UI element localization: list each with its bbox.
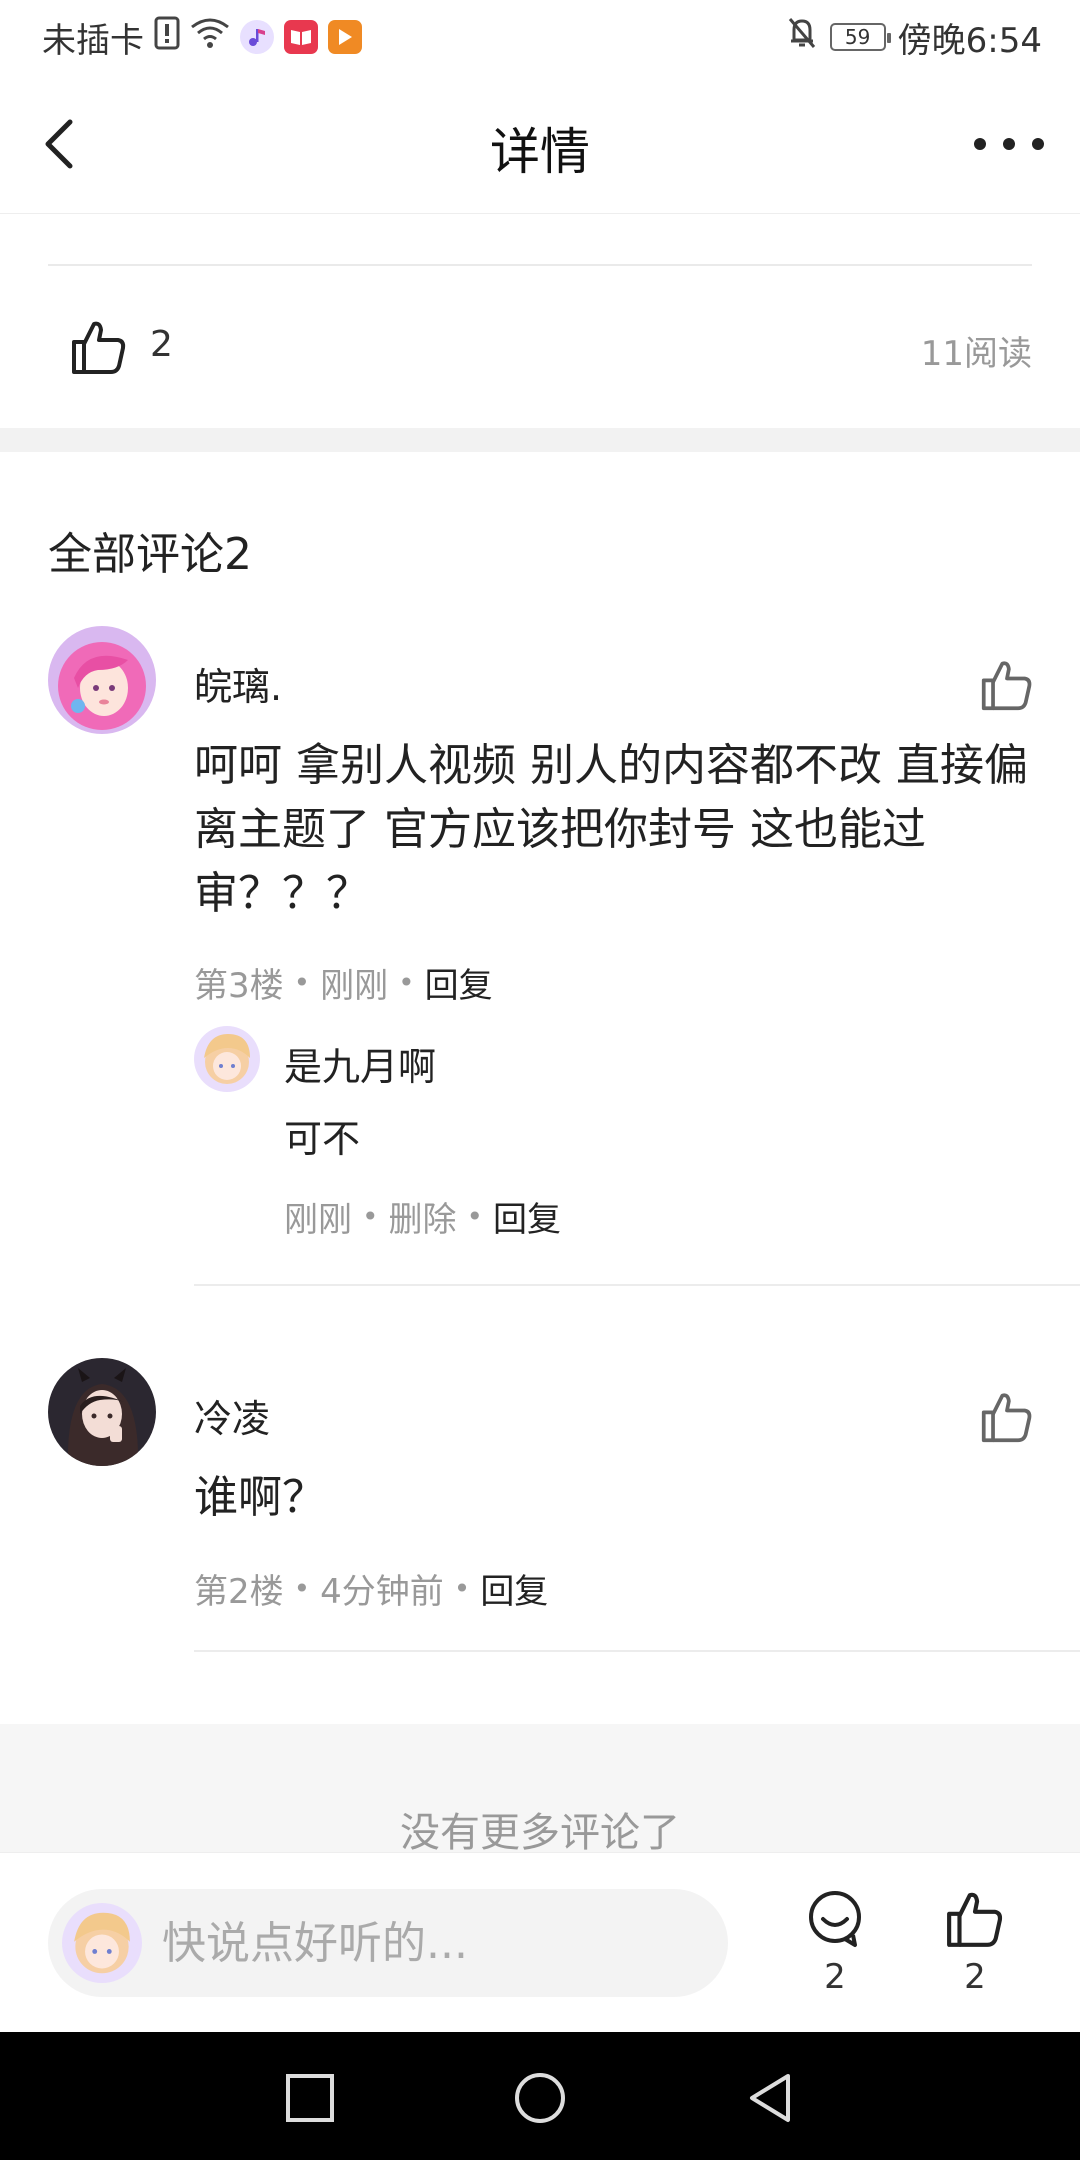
page-title: 详情	[490, 123, 590, 181]
post-stats-row: 2 11阅读	[0, 300, 1080, 396]
avatar[interactable]	[48, 626, 156, 734]
divider	[194, 1284, 1080, 1286]
mute-bell-icon	[786, 16, 818, 59]
thumbs-up-icon	[981, 1393, 1032, 1443]
comment-floor: 第2楼	[194, 1572, 284, 1612]
comment-time: 刚刚	[320, 966, 389, 1006]
square-icon	[286, 2074, 334, 2122]
back-nav-button[interactable]	[742, 2070, 798, 2126]
clock: 傍晚6:54	[897, 20, 1042, 61]
comment-time: 4分钟前	[320, 1572, 444, 1612]
comment-floor: 第3楼	[194, 966, 284, 1006]
thumbs-up-icon	[981, 661, 1032, 711]
divider	[48, 264, 1032, 266]
music-app-icon	[240, 20, 274, 54]
sim-alert-icon	[154, 16, 180, 59]
comment-author[interactable]: 皖璃.	[194, 656, 282, 711]
comment-count: 2	[824, 1957, 846, 1997]
more-dots-icon	[974, 138, 986, 150]
comment-input-bar: 2 2	[0, 1852, 1080, 2032]
battery-icon: 59	[829, 23, 891, 51]
title-bar: 详情	[0, 74, 1080, 214]
reply-meta: 刚刚 • 删除 • 回复	[284, 1192, 561, 1241]
post-like-count: 2	[150, 324, 173, 365]
comment-like-button[interactable]	[980, 1390, 1034, 1444]
comment-like-button[interactable]	[980, 658, 1034, 712]
section-separator	[0, 428, 1080, 452]
video-app-icon	[328, 20, 362, 54]
reply-button[interactable]: 回复	[480, 1564, 548, 1613]
comment-author[interactable]: 冷凌	[194, 1388, 270, 1443]
battery-level: 59	[844, 25, 871, 49]
no-more-comments: 没有更多评论了	[400, 1810, 680, 1856]
navigation-bar	[0, 2032, 1080, 2160]
comment-input[interactable]	[162, 1889, 702, 1997]
carrier-label: 未插卡	[42, 20, 144, 61]
more-button[interactable]	[974, 116, 1044, 172]
comments-title: 全部评论2	[48, 529, 252, 580]
home-button[interactable]	[512, 2070, 568, 2126]
book-app-icon	[284, 20, 318, 54]
comments-button[interactable]: 2	[790, 1889, 880, 2009]
comment-bubble-icon	[809, 1891, 861, 1947]
comment-item: 冷凌 谁啊？ 第2楼 • 4分钟前 • 回复	[0, 1358, 1080, 1652]
comment-text: 谁啊？	[194, 1472, 326, 1523]
comment-meta: 第3楼 • 刚刚 • 回复	[194, 958, 493, 1007]
like-button[interactable]: 2	[930, 1889, 1020, 2009]
delete-button[interactable]: 删除	[389, 1192, 457, 1241]
comment-meta: 第2楼 • 4分钟前 • 回复	[194, 1564, 548, 1613]
comment-item: 皖璃. 呵呵 拿别人视频 别人的内容都不改 直接偏离主题了 官方应该把你封号 这…	[0, 626, 1080, 1286]
avatar	[62, 1903, 142, 1983]
divider	[194, 1650, 1080, 1652]
wifi-icon	[190, 17, 230, 58]
reply-author[interactable]: 是九月啊	[284, 1036, 436, 1091]
comment-input-pill[interactable]	[48, 1889, 728, 1997]
reply-text: 可不	[284, 1117, 361, 1161]
avatar[interactable]	[48, 1358, 156, 1466]
thumbs-up-icon	[947, 1892, 1003, 1947]
reply-button[interactable]: 回复	[425, 958, 493, 1007]
status-bar-left: 未插卡	[42, 14, 362, 61]
status-bar: 未插卡 59 傍晚6:54	[0, 0, 1080, 74]
reply-time: 刚刚	[284, 1200, 352, 1240]
status-bar-right: 59 傍晚6:54	[786, 14, 1042, 61]
recents-button[interactable]	[282, 2070, 338, 2126]
comment-text: 呵呵 拿别人视频 别人的内容都不改 直接偏离主题了 官方应该把你封号 这也能过审…	[194, 740, 1028, 919]
read-count: 11阅读	[920, 334, 1032, 374]
circle-icon	[515, 2073, 565, 2123]
like-count: 2	[964, 1957, 986, 1997]
reply-button[interactable]: 回复	[493, 1192, 561, 1241]
avatar[interactable]	[194, 1026, 260, 1092]
triangle-back-icon	[750, 2074, 790, 2122]
post-like-button[interactable]	[70, 318, 128, 376]
thumbs-up-icon	[72, 321, 126, 374]
